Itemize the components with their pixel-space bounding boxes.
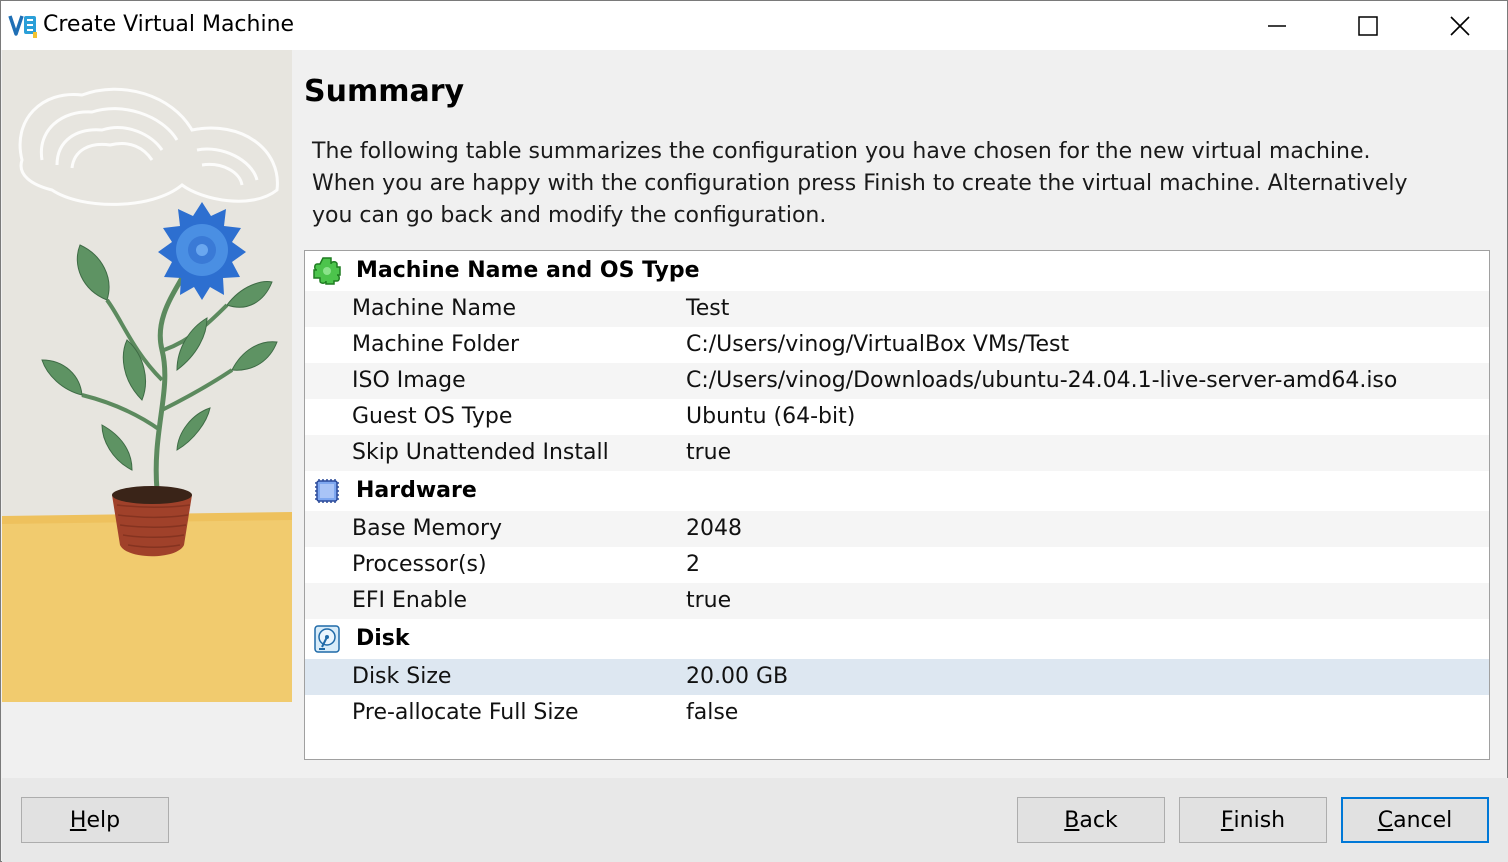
summary-table[interactable]: Machine Name and OS Type Machine Name Te… <box>304 250 1490 760</box>
cancel-label-rest: ancel <box>1393 807 1453 833</box>
description-line: When you are happy with the configuratio… <box>312 171 1408 196</box>
table-row[interactable]: Processor(s) 2 <box>305 547 1489 583</box>
row-key: Processor(s) <box>352 552 487 577</box>
help-button[interactable]: Help <box>21 797 169 843</box>
table-row[interactable]: EFI Enable true <box>305 583 1489 619</box>
chip-icon <box>315 479 339 503</box>
row-key: Skip Unattended Install <box>352 440 609 465</box>
row-key: Pre-allocate Full Size <box>352 700 579 725</box>
minimize-button[interactable] <box>1231 1 1323 50</box>
row-key: Disk Size <box>352 664 452 689</box>
back-label-rest: ack <box>1079 807 1118 833</box>
finish-button[interactable]: Finish <box>1179 797 1327 843</box>
table-row[interactable]: Machine Folder C:/Users/vinog/VirtualBox… <box>305 327 1489 363</box>
window-title: Create Virtual Machine <box>43 12 295 37</box>
page-heading: Summary <box>304 74 465 109</box>
table-row[interactable]: Skip Unattended Install true <box>305 435 1489 471</box>
wizard-page: Summary The following table summarizes t… <box>292 50 1507 778</box>
page-description: The following table summarizes the confi… <box>312 136 1412 232</box>
flower-pot-illustration <box>2 50 292 702</box>
maximize-button[interactable] <box>1322 1 1414 50</box>
row-value: true <box>686 588 732 613</box>
create-vm-dialog: Create Virtual Machine Summary The follo… <box>0 0 1508 862</box>
row-value: 2048 <box>686 516 742 541</box>
row-key: Base Memory <box>352 516 503 541</box>
puzzle-piece-icon <box>313 257 341 285</box>
button-bar: Help Back Finish Cancel <box>2 778 1508 862</box>
cancel-button[interactable]: Cancel <box>1341 797 1489 843</box>
table-row[interactable]: Base Memory 2048 <box>305 511 1489 547</box>
row-key: Guest OS Type <box>352 404 513 429</box>
row-key: Machine Folder <box>352 332 520 357</box>
section-title: Hardware <box>356 478 477 503</box>
title-bar: Create Virtual Machine <box>1 1 1507 50</box>
row-value: true <box>686 440 732 465</box>
table-row[interactable]: Pre-allocate Full Size false <box>305 695 1489 731</box>
table-row[interactable]: Guest OS Type Ubuntu (64-bit) <box>305 399 1489 435</box>
section-hardware[interactable]: Hardware <box>305 471 1489 511</box>
row-value: false <box>686 700 739 725</box>
row-value: 2 <box>686 552 700 577</box>
row-value: Test <box>686 296 730 321</box>
description-line: The following table summarizes the confi… <box>312 139 1371 164</box>
row-key: Machine Name <box>352 296 516 321</box>
row-key: ISO Image <box>352 368 466 393</box>
close-button[interactable] <box>1414 1 1506 50</box>
table-row-selected[interactable]: Disk Size 20.00 GB <box>305 659 1489 695</box>
back-button[interactable]: Back <box>1017 797 1165 843</box>
section-title: Disk <box>356 626 410 651</box>
hard-disk-icon <box>314 625 340 653</box>
cancel-accel: C <box>1377 807 1394 833</box>
section-disk[interactable]: Disk <box>305 619 1489 659</box>
table-row[interactable]: ISO Image C:/Users/vinog/Downloads/ubunt… <box>305 363 1489 399</box>
wizard-illustration <box>2 50 292 702</box>
help-label-rest: elp <box>86 807 121 833</box>
section-title: Machine Name and OS Type <box>356 258 700 283</box>
row-value: 20.00 GB <box>686 664 789 689</box>
description-line: you can go back and modify the configura… <box>312 203 827 228</box>
minimize-icon <box>1268 24 1286 27</box>
section-machine-name-os-type[interactable]: Machine Name and OS Type <box>305 251 1489 291</box>
virtualbox-app-icon <box>8 13 38 39</box>
row-value: C:/Users/vinog/Downloads/ubuntu-24.04.1-… <box>686 368 1398 393</box>
table-row[interactable]: Machine Name Test <box>305 291 1489 327</box>
row-value: C:/Users/vinog/VirtualBox VMs/Test <box>686 332 1070 357</box>
close-icon <box>1450 15 1470 36</box>
maximize-icon <box>1358 15 1378 36</box>
help-accel: H <box>69 807 87 833</box>
finish-label-rest: inish <box>1233 807 1286 833</box>
row-key: EFI Enable <box>352 588 467 613</box>
finish-accel: F <box>1220 807 1234 833</box>
back-accel: B <box>1064 807 1080 833</box>
row-value: Ubuntu (64-bit) <box>686 404 856 429</box>
